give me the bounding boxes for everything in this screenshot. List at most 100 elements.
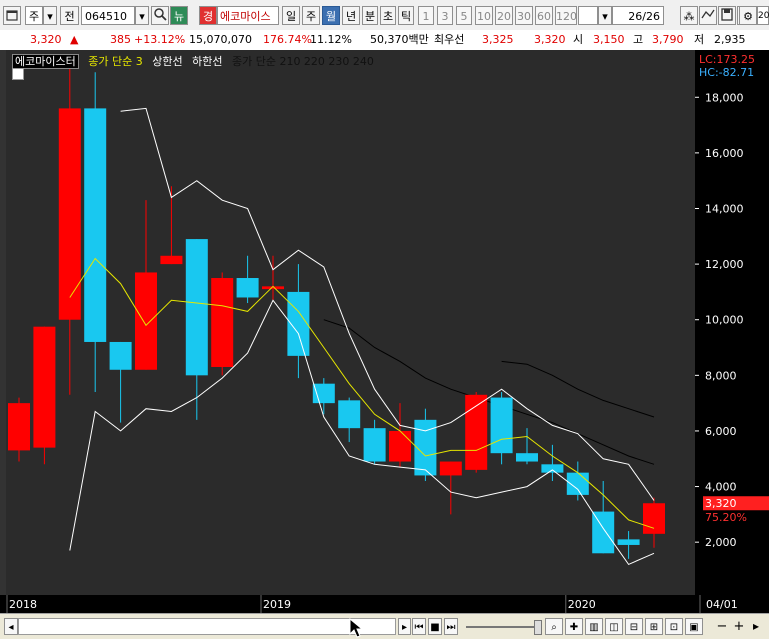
y-tick-label: 12,000 bbox=[705, 258, 744, 271]
x-tick-label: 2019 bbox=[263, 598, 291, 611]
cross-icon[interactable]: ✚ bbox=[565, 618, 583, 635]
best-quote-label: 최우선 bbox=[434, 33, 465, 46]
y-tick-label: 14,000 bbox=[705, 202, 744, 215]
candle-up bbox=[389, 430, 411, 462]
period-week[interactable]: 주 bbox=[302, 6, 320, 25]
stock-code-input[interactable]: 064510 bbox=[81, 6, 135, 25]
candle-down bbox=[541, 464, 564, 473]
zoom-slider-thumb[interactable] bbox=[534, 620, 542, 635]
candle-up bbox=[211, 278, 234, 367]
interval-tick[interactable]: 틱 bbox=[398, 6, 414, 25]
zoom-icon[interactable]: ⌕ bbox=[545, 618, 563, 635]
high-label: 고 bbox=[633, 33, 644, 46]
toolbar: 주 ▾ 전 064510 ▾ 뉴 경 에코마이스 일 주 월 년 분 초 틱 1… bbox=[0, 0, 769, 31]
long-ma-line bbox=[501, 360, 655, 418]
period-month[interactable]: 월 bbox=[322, 6, 340, 25]
legend-ma[interactable]: 종가 단순 3 bbox=[88, 55, 142, 68]
up-arrow-icon: ▲ bbox=[70, 33, 79, 46]
candle-up bbox=[439, 461, 462, 476]
candle-down bbox=[338, 400, 361, 429]
split-icon[interactable]: ⊟ bbox=[625, 618, 643, 635]
candle-up bbox=[58, 108, 81, 320]
ma-line bbox=[69, 257, 655, 529]
open-label: 시 bbox=[573, 33, 584, 46]
search-icon[interactable] bbox=[151, 6, 169, 25]
num-button[interactable]: 30 bbox=[515, 6, 533, 25]
split-icon[interactable]: ⊞ bbox=[645, 618, 663, 635]
candle-up bbox=[33, 326, 56, 448]
stock-name-field: 에코마이스 bbox=[217, 6, 279, 25]
candle-down bbox=[363, 428, 386, 462]
gear-icon[interactable]: ⚙ bbox=[739, 6, 757, 25]
candle-down bbox=[617, 539, 640, 545]
current-price-label: 3,320 bbox=[705, 497, 737, 510]
num-button[interactable]: 5 bbox=[456, 6, 472, 25]
best-bid: 3,320 bbox=[534, 33, 566, 46]
settings-icon[interactable]: ⁂ bbox=[680, 6, 698, 25]
interval-minute[interactable]: 분 bbox=[362, 6, 378, 25]
candle-up bbox=[643, 503, 665, 534]
split-icon[interactable]: ⊡ bbox=[665, 618, 683, 635]
chevron-down-icon[interactable]: ▾ bbox=[135, 6, 149, 25]
num-button[interactable]: 60 bbox=[535, 6, 553, 25]
candle-down bbox=[516, 453, 538, 462]
chart-area: 에코마이스터 종가 단순 3 상한선 하한선 종가 단순 210 220 230… bbox=[0, 50, 769, 613]
first-button[interactable]: ⏮ bbox=[412, 618, 426, 635]
turnover-rate: 11.12% bbox=[310, 33, 352, 46]
page-counter: 26/26 bbox=[612, 6, 664, 25]
split-icon[interactable]: ◫ bbox=[605, 618, 623, 635]
prefix-button[interactable]: 전 bbox=[60, 6, 79, 25]
num-button[interactable]: 120 bbox=[555, 6, 577, 25]
num-button[interactable]: 20 bbox=[495, 6, 513, 25]
hc-indicator: HC:-82.71 bbox=[699, 66, 754, 79]
legend-checkbox[interactable] bbox=[12, 68, 24, 80]
interval-second[interactable]: 초 bbox=[380, 6, 396, 25]
play-button[interactable]: ▸ bbox=[398, 618, 411, 635]
volume: 15,070,070 bbox=[189, 33, 252, 46]
legend-long-ma[interactable]: 종가 단순 210 220 230 240 bbox=[232, 55, 374, 68]
low-price: 2,935 bbox=[714, 33, 746, 46]
current-pct-label: 75.20% bbox=[705, 511, 747, 524]
zoom-out-button[interactable]: − bbox=[714, 618, 730, 635]
x-tick-label: 2018 bbox=[9, 598, 37, 611]
chart-legend: 에코마이스터 종가 단순 3 상한선 하한선 종가 단순 210 220 230… bbox=[12, 53, 380, 69]
scroll-right-button[interactable]: ▸ bbox=[748, 618, 764, 635]
high-price: 3,790 bbox=[652, 33, 684, 46]
zoom-in-button[interactable]: + bbox=[731, 618, 747, 635]
num-button[interactable]: 10 bbox=[475, 6, 493, 25]
candle-up bbox=[160, 255, 183, 265]
lc-indicator: LC:173.25 bbox=[699, 53, 755, 66]
scroll-track[interactable] bbox=[18, 618, 396, 635]
price-change: 385 bbox=[110, 33, 131, 46]
legend-lower-band[interactable]: 하한선 bbox=[192, 55, 222, 68]
news-button[interactable]: 뉴 bbox=[170, 6, 188, 25]
best-ask: 3,325 bbox=[482, 33, 514, 46]
y-tick-label: 18,000 bbox=[705, 91, 744, 104]
last-button[interactable]: ⏭ bbox=[444, 618, 458, 635]
scroll-left-button[interactable]: ◂ bbox=[4, 618, 18, 635]
period-year[interactable]: 년 bbox=[342, 6, 360, 25]
save-icon[interactable] bbox=[718, 6, 736, 25]
num-button[interactable]: 1 bbox=[418, 6, 434, 25]
chevron-down-icon[interactable]: ▾ bbox=[43, 6, 57, 25]
legend-upper-band[interactable]: 상한선 bbox=[152, 55, 182, 68]
window-menu-icon[interactable] bbox=[3, 6, 21, 25]
zoom-slider[interactable] bbox=[466, 626, 536, 628]
plot-area[interactable]: 에코마이스터 종가 단순 3 상한선 하한선 종가 단순 210 220 230… bbox=[6, 50, 695, 595]
chevron-down-icon[interactable]: ▾ bbox=[598, 6, 612, 25]
num-button[interactable]: 3 bbox=[437, 6, 453, 25]
y-tick-label: 16,000 bbox=[705, 147, 744, 160]
chart-icon[interactable]: ▥ bbox=[585, 618, 603, 635]
blank-field[interactable] bbox=[578, 6, 598, 25]
period-day[interactable]: 일 bbox=[282, 6, 300, 25]
kyung-button[interactable]: 경 bbox=[199, 6, 217, 25]
stop-button[interactable]: ■ bbox=[428, 618, 442, 635]
lower-band-line bbox=[69, 299, 655, 566]
chart-type-icon[interactable] bbox=[699, 6, 717, 25]
candle-down bbox=[236, 278, 259, 298]
open-price: 3,150 bbox=[593, 33, 625, 46]
split-icon[interactable]: ▣ bbox=[685, 618, 703, 635]
chart-type-select[interactable]: 주 bbox=[25, 6, 43, 25]
candle-down bbox=[490, 397, 513, 454]
legend-stock-name[interactable]: 에코마이스터 bbox=[12, 54, 79, 69]
